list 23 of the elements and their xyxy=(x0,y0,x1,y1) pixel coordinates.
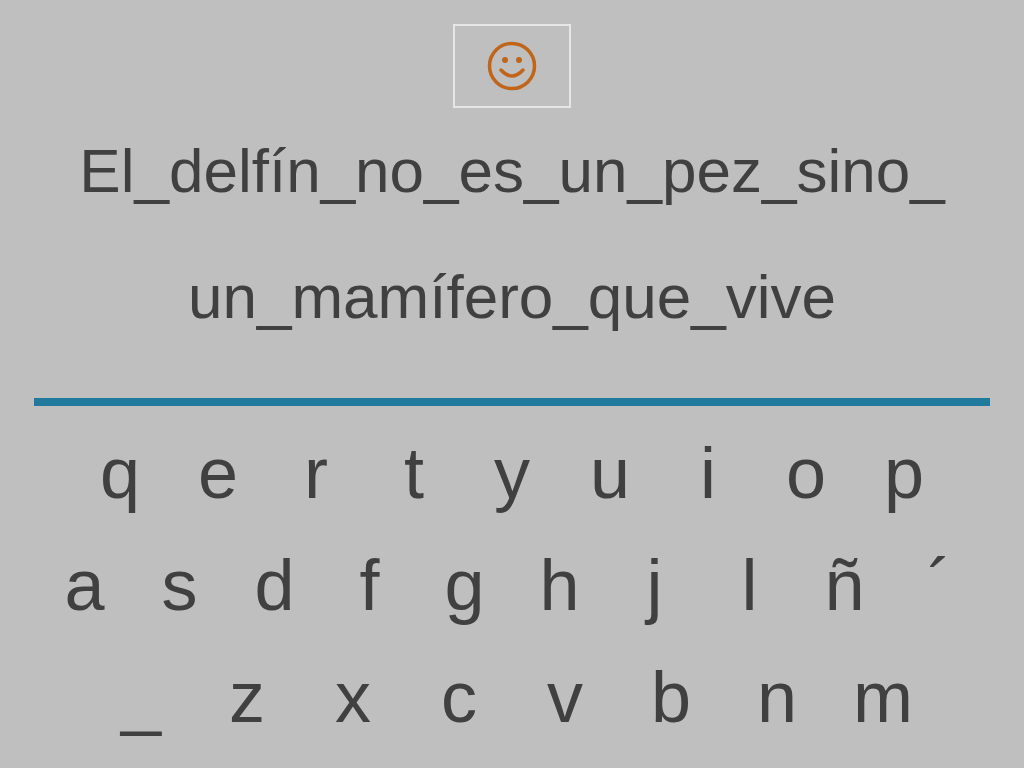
letter-key[interactable]: m xyxy=(830,660,936,734)
letter-key[interactable]: ñ xyxy=(797,548,892,622)
smiley-icon xyxy=(486,40,538,92)
letter-key[interactable]: s xyxy=(132,548,227,622)
letter-key[interactable]: b xyxy=(618,660,724,734)
letter-key[interactable]: c xyxy=(406,660,512,734)
letter-key[interactable]: o xyxy=(757,436,855,510)
letter-key[interactable]: x xyxy=(300,660,406,734)
letter-key[interactable]: l xyxy=(702,548,797,622)
letter-key[interactable]: f xyxy=(322,548,417,622)
letter-key[interactable]: t xyxy=(365,436,463,510)
letter-key[interactable]: n xyxy=(724,660,830,734)
letter-key[interactable]: v xyxy=(512,660,618,734)
letter-key[interactable]: u xyxy=(561,436,659,510)
letter-key[interactable]: e xyxy=(169,436,267,510)
letter-key[interactable]: r xyxy=(267,436,365,510)
letter-key[interactable]: _ xyxy=(88,660,194,734)
letter-key[interactable]: a xyxy=(37,548,132,622)
letter-key[interactable]: i xyxy=(659,436,757,510)
letter-key[interactable]: z xyxy=(194,660,300,734)
letter-key[interactable]: d xyxy=(227,548,322,622)
letter-key[interactable]: h xyxy=(512,548,607,622)
letter-key[interactable]: ´ xyxy=(892,548,987,622)
